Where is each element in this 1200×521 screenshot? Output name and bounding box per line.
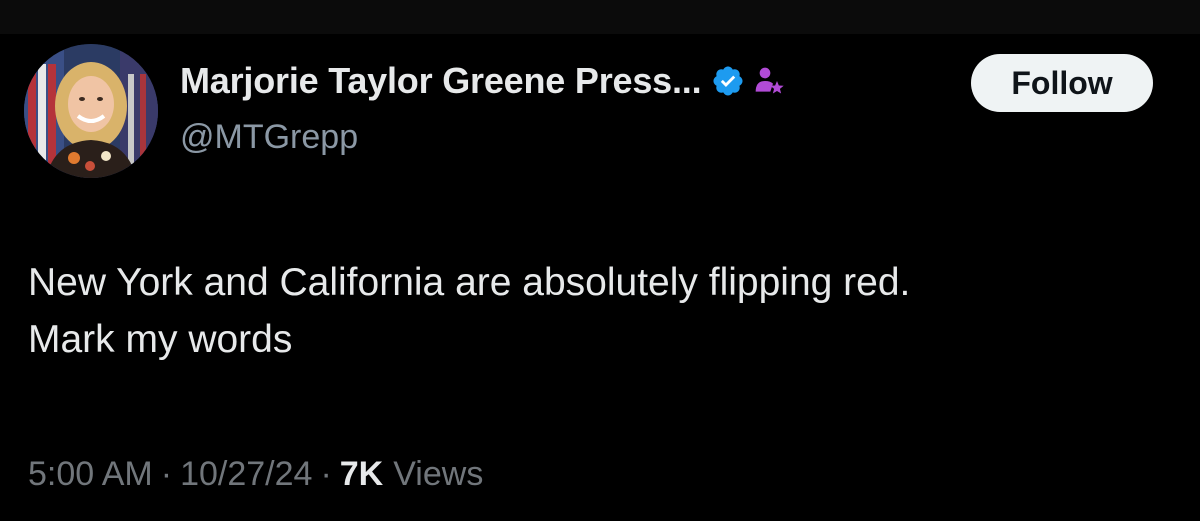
affiliate-badge-icon[interactable] (753, 65, 785, 97)
avatar[interactable] (24, 44, 158, 178)
tweet-meta: 5:00 AM · 10/27/24 · 7K Views (28, 455, 483, 494)
verified-badge-icon[interactable] (711, 64, 745, 98)
author-name-row: Marjorie Taylor Greene Press... (180, 56, 785, 106)
top-bar (0, 0, 1200, 34)
tweet-text: New York and California are absolutely f… (28, 261, 911, 361)
tweet-date[interactable]: 10/27/24 (180, 455, 312, 494)
follow-button[interactable]: Follow (971, 54, 1153, 112)
meta-separator: · (320, 455, 332, 493)
meta-separator: · (160, 455, 173, 493)
author-handle[interactable]: @MTGrepp (180, 118, 358, 157)
profile-photo-icon (24, 44, 158, 178)
author-display-name[interactable]: Marjorie Taylor Greene Press... (180, 60, 702, 102)
tweet-card: Marjorie Taylor Greene Press... @MTGrepp… (0, 34, 1200, 521)
tweet-time[interactable]: 5:00 AM (28, 455, 153, 494)
views-label[interactable]: Views (393, 455, 483, 494)
views-count[interactable]: 7K (340, 455, 383, 494)
